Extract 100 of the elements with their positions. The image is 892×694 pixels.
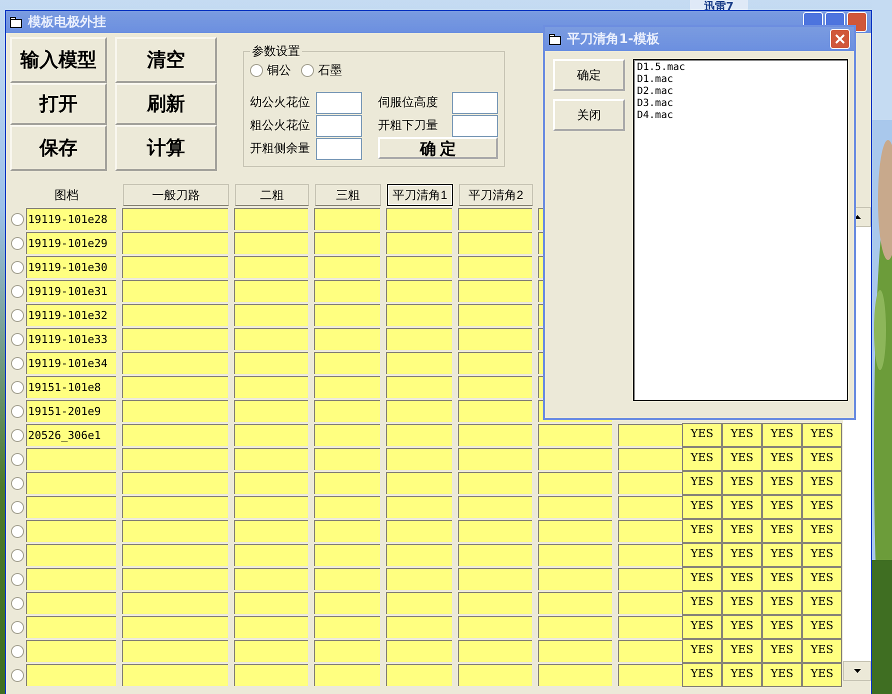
row-radio[interactable] [11, 356, 24, 370]
flag-cell[interactable]: YES [802, 591, 842, 615]
action-button[interactable]: 清空 [115, 37, 217, 83]
flag-cell[interactable]: YES [802, 567, 842, 591]
table-cell[interactable] [122, 208, 228, 230]
flag-cell[interactable]: YES [762, 591, 802, 615]
table-cell[interactable] [122, 280, 228, 302]
table-cell[interactable] [122, 400, 228, 422]
table-cell[interactable] [234, 256, 308, 278]
row-radio[interactable] [11, 500, 24, 514]
flag-cell[interactable]: YES [682, 567, 722, 591]
list-item[interactable]: D3.mac [637, 98, 844, 110]
flag-cell[interactable]: YES [802, 663, 842, 687]
table-cell[interactable] [122, 568, 228, 590]
table-cell[interactable] [314, 280, 380, 302]
table-cell[interactable] [458, 232, 532, 254]
table-cell[interactable] [538, 664, 612, 686]
flag-cell[interactable]: YES [762, 495, 802, 519]
table-cell[interactable] [314, 328, 380, 350]
flag-cell[interactable]: YES [682, 519, 722, 543]
table-cell[interactable] [386, 640, 452, 662]
flag-cell[interactable]: YES [722, 591, 762, 615]
table-cell[interactable] [458, 328, 532, 350]
column-button[interactable]: 平刀清角2 [459, 184, 533, 206]
row-radio[interactable] [11, 452, 24, 466]
row-radio[interactable] [11, 620, 24, 634]
table-cell[interactable] [122, 328, 228, 350]
table-cell[interactable] [386, 376, 452, 398]
table-cell[interactable] [386, 592, 452, 614]
flag-cell[interactable]: YES [722, 663, 762, 687]
name-cell[interactable]: 19119-101e28 [26, 208, 116, 230]
name-cell[interactable] [26, 616, 116, 638]
table-cell[interactable] [386, 496, 452, 518]
name-cell[interactable] [26, 448, 116, 470]
name-cell[interactable]: 19119-101e33 [26, 328, 116, 350]
flag-cell[interactable]: YES [722, 567, 762, 591]
table-cell[interactable] [386, 424, 452, 446]
list-item[interactable]: D1.mac [637, 74, 844, 86]
flag-cell[interactable]: YES [762, 471, 802, 495]
close-button[interactable] [830, 29, 850, 49]
list-item[interactable]: D1.5.mac [637, 62, 844, 74]
table-cell[interactable] [538, 448, 612, 470]
table-cell[interactable] [122, 352, 228, 374]
flag-cell[interactable]: YES [722, 615, 762, 639]
table-cell[interactable] [386, 544, 452, 566]
flag-cell[interactable]: YES [722, 495, 762, 519]
table-cell[interactable] [538, 424, 612, 446]
table-cell[interactable] [314, 616, 380, 638]
input-field[interactable] [316, 114, 362, 136]
flag-cell[interactable]: YES [802, 471, 842, 495]
table-cell[interactable] [122, 520, 228, 542]
column-button[interactable]: 二粗 [235, 184, 309, 206]
table-cell[interactable] [618, 448, 682, 470]
table-cell[interactable] [234, 496, 308, 518]
table-cell[interactable] [234, 376, 308, 398]
name-cell[interactable]: 20526_306e1 [26, 424, 116, 446]
row-radio[interactable] [11, 644, 24, 658]
table-cell[interactable] [234, 472, 308, 494]
table-cell[interactable] [386, 304, 452, 326]
table-cell[interactable] [234, 640, 308, 662]
table-cell[interactable] [538, 496, 612, 518]
name-cell[interactable]: 19119-101e30 [26, 256, 116, 278]
table-cell[interactable] [234, 664, 308, 686]
table-cell[interactable] [618, 520, 682, 542]
row-radio[interactable] [11, 428, 24, 442]
flag-cell[interactable]: YES [682, 615, 722, 639]
table-cell[interactable] [538, 640, 612, 662]
row-radio[interactable] [11, 236, 24, 250]
table-cell[interactable] [234, 352, 308, 374]
table-cell[interactable] [618, 640, 682, 662]
table-cell[interactable] [314, 256, 380, 278]
flag-cell[interactable]: YES [722, 471, 762, 495]
table-cell[interactable] [122, 592, 228, 614]
flag-cell[interactable]: YES [682, 543, 722, 567]
table-cell[interactable] [314, 232, 380, 254]
table-cell[interactable] [234, 304, 308, 326]
list-item[interactable]: D2.mac [637, 86, 844, 98]
table-cell[interactable] [538, 520, 612, 542]
flag-cell[interactable]: YES [722, 423, 762, 447]
column-button[interactable]: 一般刀路 [123, 184, 229, 206]
table-cell[interactable] [458, 424, 532, 446]
table-cell[interactable] [458, 520, 532, 542]
flag-cell[interactable]: YES [802, 543, 842, 567]
name-cell[interactable] [26, 592, 116, 614]
table-cell[interactable] [386, 664, 452, 686]
flag-cell[interactable]: YES [682, 495, 722, 519]
table-cell[interactable] [314, 568, 380, 590]
table-cell[interactable] [538, 544, 612, 566]
table-cell[interactable] [458, 400, 532, 422]
flag-cell[interactable]: YES [802, 519, 842, 543]
flag-cell[interactable]: YES [762, 519, 802, 543]
name-cell[interactable] [26, 568, 116, 590]
name-cell[interactable]: 19119-101e29 [26, 232, 116, 254]
table-cell[interactable] [314, 400, 380, 422]
dialog-button[interactable]: 确定 [553, 59, 625, 91]
table-cell[interactable] [386, 352, 452, 374]
table-cell[interactable] [458, 280, 532, 302]
table-cell[interactable] [618, 496, 682, 518]
table-cell[interactable] [314, 376, 380, 398]
table-cell[interactable] [618, 592, 682, 614]
